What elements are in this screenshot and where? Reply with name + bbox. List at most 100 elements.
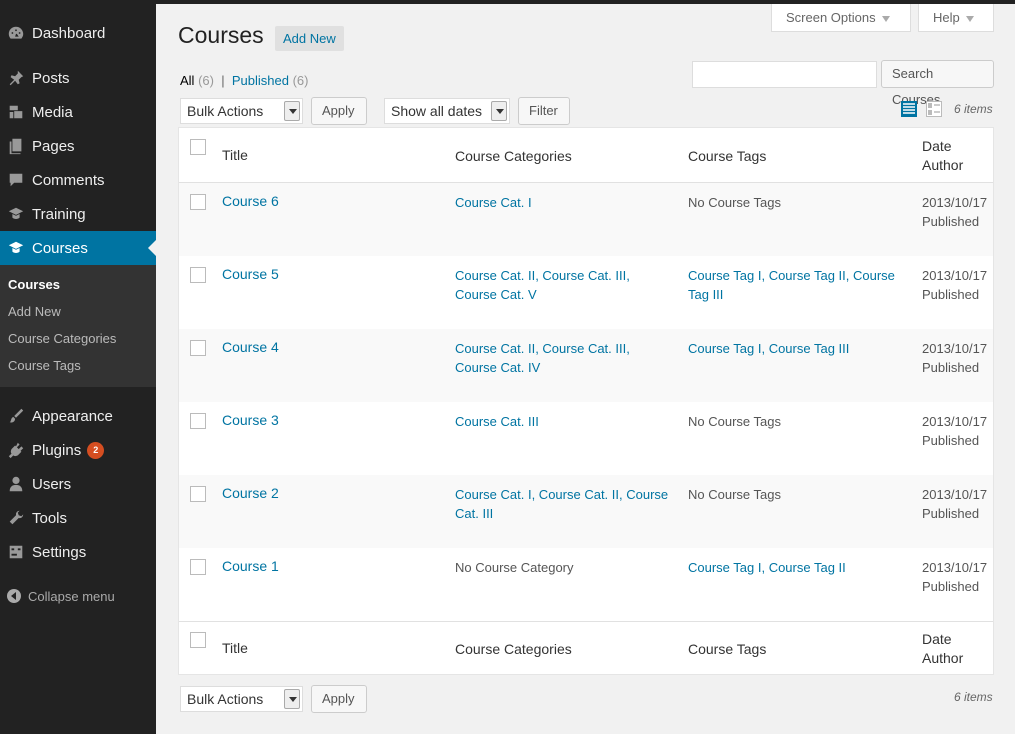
column-title[interactable]: Title: [222, 640, 248, 656]
bulk-actions-value: Bulk Actions: [187, 691, 264, 707]
sidebar-item-users[interactable]: Users: [0, 467, 156, 501]
date-value: 2013/10/17: [922, 341, 988, 356]
status-value: Published: [922, 214, 980, 229]
view-published-link[interactable]: Published: [232, 73, 289, 88]
course-categories-cell[interactable]: Course Cat. I, Course Cat. II, Course Ca…: [455, 485, 675, 523]
course-categories-cell[interactable]: Course Cat. II, Course Cat. III, Course …: [455, 339, 675, 377]
sidebar-item-dashboard[interactable]: Dashboard: [0, 16, 156, 50]
sidebar-item-tools[interactable]: Tools: [0, 501, 156, 535]
course-date-cell: 2013/10/17 Published: [922, 412, 988, 450]
course-title-link[interactable]: Course 5: [222, 266, 279, 282]
search-courses-button[interactable]: Search Courses: [881, 60, 994, 107]
table-footer: Title Course Categories Course Tags Date…: [179, 621, 993, 676]
course-tags-cell[interactable]: Course Tag I, Course Tag III: [688, 339, 908, 358]
course-categories-cell[interactable]: Course Cat. III: [455, 412, 675, 431]
admin-sidebar: Dashboard Posts Media Pages Comments Tra…: [0, 0, 156, 734]
comments-icon: [0, 171, 32, 189]
apply-button[interactable]: Apply: [311, 97, 367, 125]
search-input[interactable]: [692, 61, 877, 88]
row-checkbox[interactable]: [190, 267, 206, 283]
column-course-categories: Course Categories: [455, 641, 572, 657]
excerpt-view-icon[interactable]: [926, 101, 942, 117]
collapse-menu-button[interactable]: Collapse menu: [0, 585, 115, 607]
view-all-count: (6): [198, 73, 214, 88]
pushpin-icon: [0, 69, 32, 87]
sidebar-item-posts[interactable]: Posts: [0, 61, 156, 95]
update-count-badge: 2: [87, 441, 105, 459]
sidebar-item-media[interactable]: Media: [0, 95, 156, 129]
sidebar-item-plugins[interactable]: Plugins 2: [0, 433, 156, 467]
course-categories-cell[interactable]: Course Cat. II, Course Cat. III, Course …: [455, 266, 675, 304]
column-course-tags: Course Tags: [688, 148, 767, 164]
sidebar-item-label: Posts: [32, 69, 70, 87]
course-title-link[interactable]: Course 1: [222, 558, 279, 574]
courses-table: Title Course Categories Course Tags Date…: [178, 127, 994, 675]
filter-button[interactable]: Filter: [518, 97, 570, 125]
course-title-link[interactable]: Course 3: [222, 412, 279, 428]
user-icon: [0, 475, 32, 493]
course-tags-cell[interactable]: Course Tag I, Course Tag II: [688, 558, 908, 577]
select-all-checkbox[interactable]: [190, 632, 206, 648]
items-count: 6 items: [954, 102, 993, 116]
row-checkbox[interactable]: [190, 340, 206, 356]
column-course-categories: Course Categories: [455, 148, 572, 164]
course-date-cell: 2013/10/17 Published: [922, 193, 988, 231]
sidebar-item-label: Comments: [32, 171, 105, 189]
submenu-item-add-new[interactable]: Add New: [8, 304, 61, 319]
sidebar-item-appearance[interactable]: Appearance: [0, 399, 156, 433]
bulk-actions-select[interactable]: Bulk Actions: [180, 98, 303, 124]
row-checkbox[interactable]: [190, 486, 206, 502]
table-header: Title Course Categories Course Tags Date…: [179, 128, 993, 183]
sidebar-item-label: Dashboard: [32, 24, 106, 42]
sidebar-item-label: Tools: [32, 509, 68, 527]
sidebar-item-label: Plugins: [32, 441, 82, 459]
row-checkbox[interactable]: [190, 559, 206, 575]
list-view-icon[interactable]: [901, 101, 917, 117]
graduate-icon: [0, 239, 32, 257]
sidebar-item-training[interactable]: Training: [0, 197, 156, 231]
sidebar-item-pages[interactable]: Pages: [0, 129, 156, 163]
table-row: Course 3 Course Cat. III No Course Tags …: [179, 402, 993, 475]
view-published-count: (6): [292, 73, 309, 88]
dashboard-icon: [0, 24, 32, 42]
submenu-item-course-categories[interactable]: Course Categories: [8, 331, 116, 346]
sidebar-item-label: Appearance: [32, 407, 113, 425]
select-all-checkbox[interactable]: [190, 139, 206, 155]
course-title-link[interactable]: Course 6: [222, 193, 279, 209]
bulk-actions-select-bottom[interactable]: Bulk Actions: [180, 686, 303, 712]
bulk-actions-value: Bulk Actions: [187, 103, 264, 119]
course-tags-cell: No Course Tags: [688, 487, 781, 502]
date-filter-select[interactable]: Show all dates: [384, 98, 510, 124]
screen-options-button[interactable]: Screen Options: [771, 4, 911, 32]
apply-button-bottom[interactable]: Apply: [311, 685, 367, 713]
sidebar-item-comments[interactable]: Comments: [0, 163, 156, 197]
date-value: 2013/10/17: [922, 195, 988, 210]
sidebar-item-label: Users: [32, 475, 72, 493]
view-all-link[interactable]: All: [180, 73, 194, 88]
submenu-item-course-tags[interactable]: Course Tags: [8, 358, 81, 373]
course-categories-cell[interactable]: Course Cat. I: [455, 193, 675, 212]
caret-down-icon: [881, 15, 890, 22]
help-label: Help: [933, 10, 960, 25]
course-date-cell: 2013/10/17 Published: [922, 266, 988, 304]
course-tags-cell: No Course Tags: [688, 414, 781, 429]
row-checkbox[interactable]: [190, 194, 206, 210]
course-title-link[interactable]: Course 4: [222, 339, 279, 355]
sidebar-item-courses[interactable]: Courses: [0, 231, 156, 265]
pages-icon: [0, 137, 32, 155]
column-date[interactable]: Date: [922, 631, 952, 647]
column-date[interactable]: Date: [922, 138, 952, 154]
column-title[interactable]: Title: [222, 147, 248, 163]
date-value: 2013/10/17: [922, 487, 988, 502]
dropdown-arrow-icon: [284, 101, 300, 121]
help-button[interactable]: Help: [918, 4, 994, 32]
status-value: Published: [922, 506, 980, 521]
sidebar-item-settings[interactable]: Settings: [0, 535, 156, 569]
course-tags-cell[interactable]: Course Tag I, Course Tag II, Course Tag …: [688, 266, 908, 304]
caret-down-icon: [965, 15, 974, 22]
row-checkbox[interactable]: [190, 413, 206, 429]
add-new-button[interactable]: Add New: [275, 26, 344, 51]
course-title-link[interactable]: Course 2: [222, 485, 279, 501]
date-filter-value: Show all dates: [391, 103, 483, 119]
submenu-item-courses[interactable]: Courses: [8, 277, 60, 292]
